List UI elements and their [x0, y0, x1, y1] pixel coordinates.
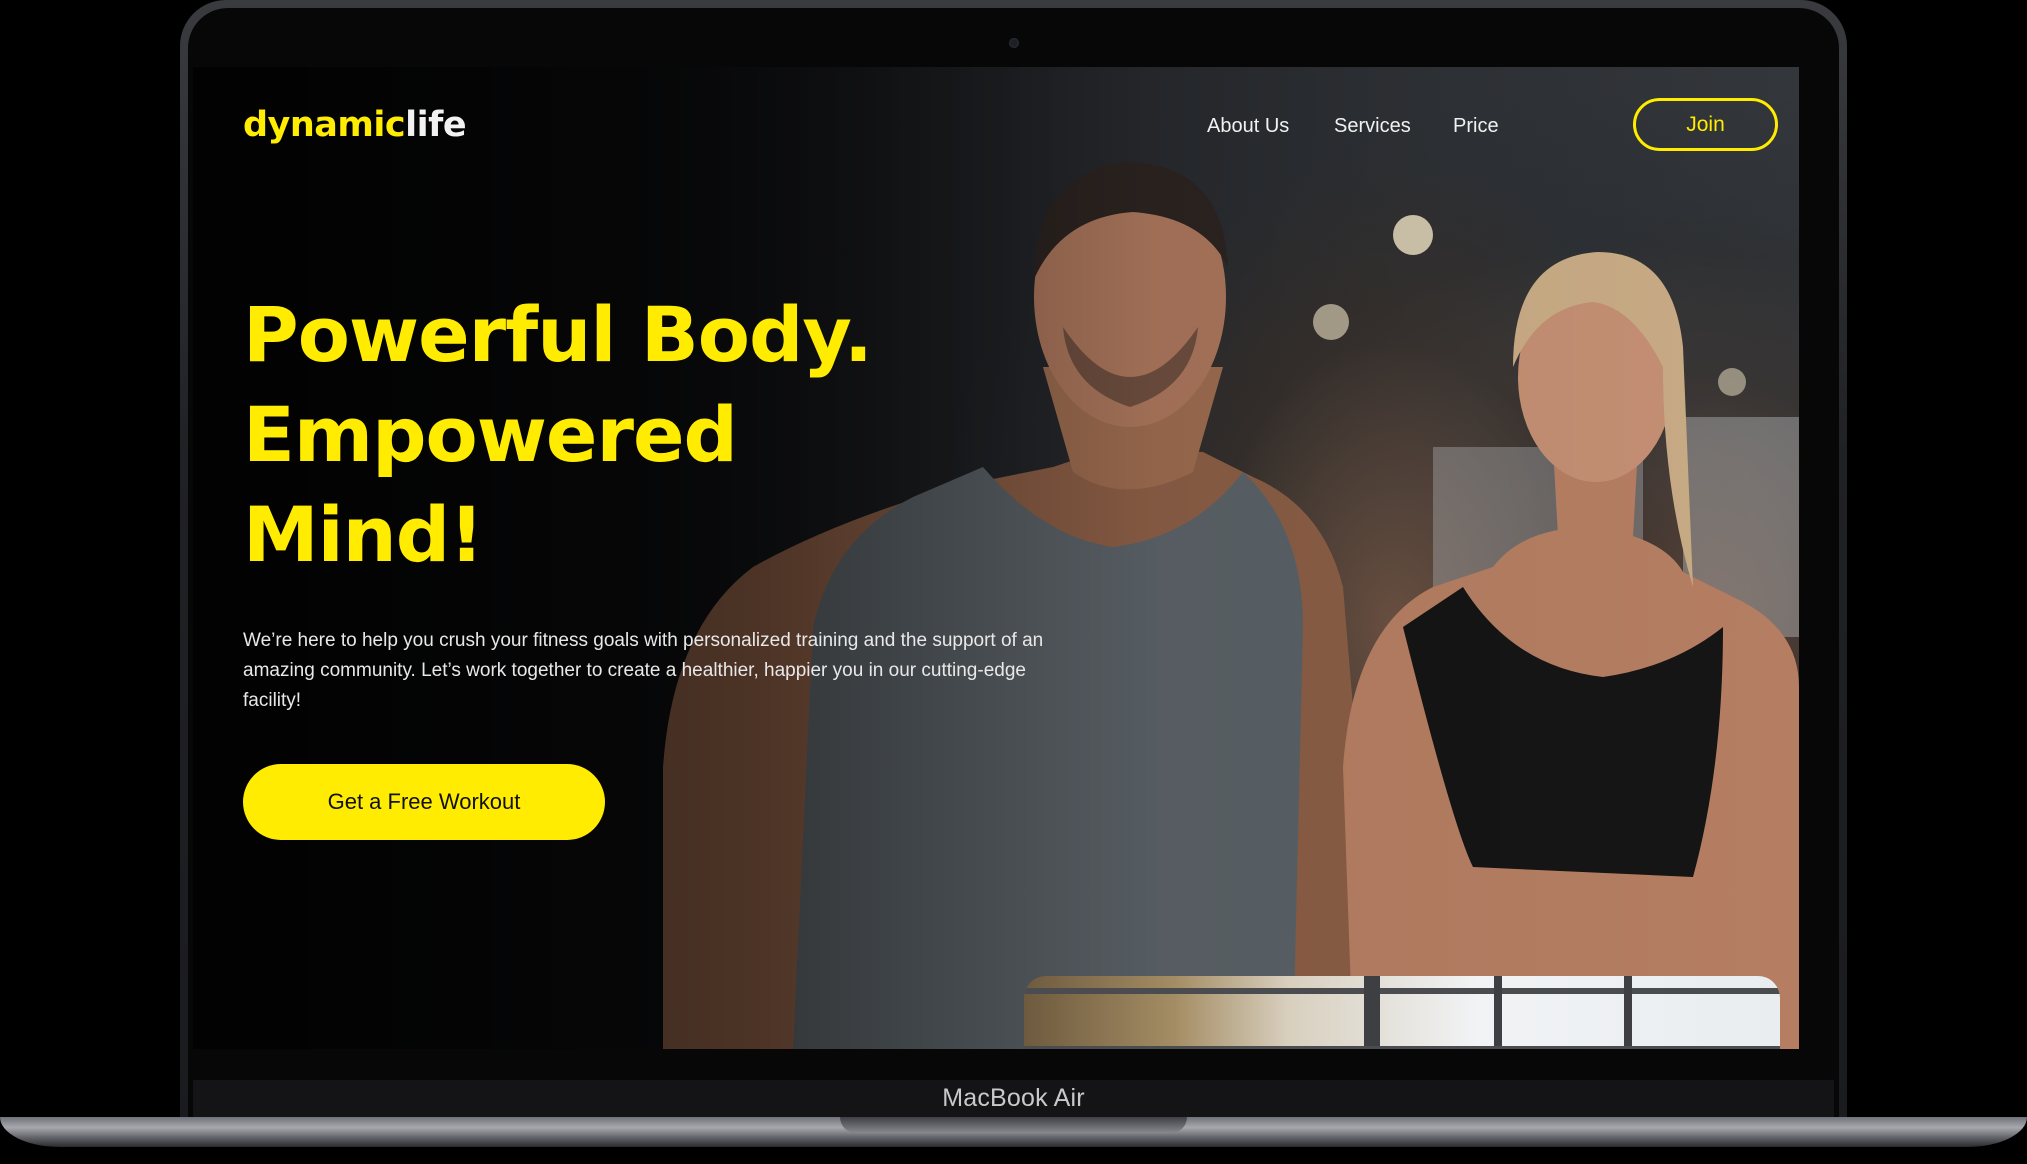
hero-title: Powerful Body. Empowered Mind! [243, 285, 1003, 585]
gym-interior-image [1024, 976, 1780, 1049]
device-mockup: dynamiclife About Us Services Price Join… [0, 0, 2027, 1164]
hero-title-line: Empowered [243, 390, 738, 479]
window-frame [1494, 976, 1502, 1049]
window-frame [1364, 976, 1380, 1049]
device-label: MacBook Air [942, 1084, 1085, 1112]
hero-title-line: Powerful Body. [243, 290, 873, 379]
logo-text-secondary: life [405, 105, 467, 145]
join-button[interactable]: Join [1633, 98, 1778, 151]
nav-link-price[interactable]: Price [1453, 115, 1499, 138]
site-logo[interactable]: dynamiclife [243, 105, 467, 145]
logo-text-primary: dynamic [243, 105, 406, 145]
website-screen: dynamiclife About Us Services Price Join… [193, 67, 1799, 1049]
free-workout-button[interactable]: Get a Free Workout [243, 764, 605, 840]
camera-icon [1009, 38, 1019, 48]
nav-link-services[interactable]: Services [1334, 115, 1411, 138]
window-frame [1624, 976, 1632, 1049]
hero-description: We’re here to help you crush your fitnes… [243, 630, 1044, 711]
hero-title-line: Mind! [243, 490, 484, 579]
laptop-hinge-notch [840, 1117, 1187, 1133]
window-frame [1024, 988, 1780, 994]
window-frame [1024, 1046, 1780, 1049]
nav-link-about-us[interactable]: About Us [1207, 115, 1289, 138]
